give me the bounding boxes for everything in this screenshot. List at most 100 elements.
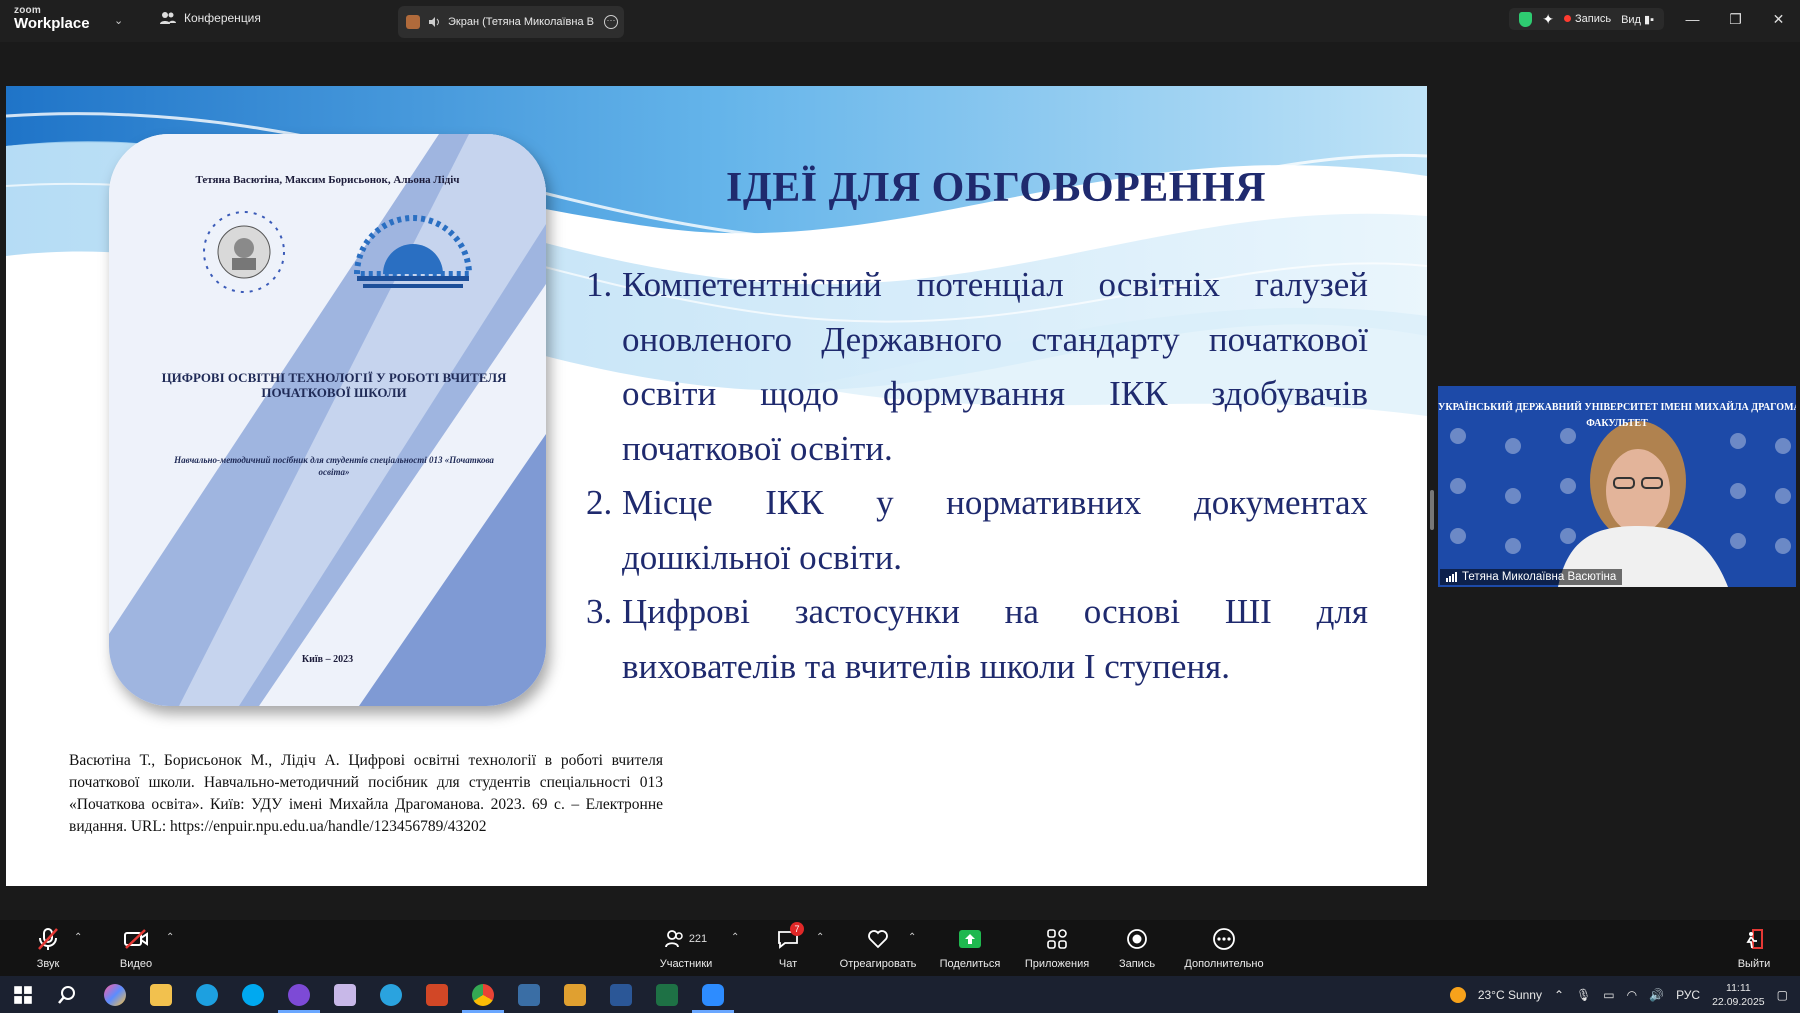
chat-options-caret[interactable]: ⌃ bbox=[816, 932, 824, 943]
chevron-down-icon[interactable]: ⌄ bbox=[114, 14, 126, 27]
people-icon bbox=[160, 12, 176, 24]
react-label: Отреагировать bbox=[839, 958, 917, 970]
word-icon[interactable] bbox=[610, 984, 632, 1006]
idea-number: 3. bbox=[586, 592, 613, 631]
participants-button[interactable]: 221 Участники bbox=[656, 926, 716, 970]
audio-label: Звук bbox=[36, 958, 60, 970]
book-authors: Тетяна Васютіна, Максим Борисьонок, Альо… bbox=[195, 174, 460, 186]
tray-expand-icon[interactable]: ⌃ bbox=[1554, 988, 1564, 1002]
video-button[interactable]: Видео bbox=[116, 926, 156, 970]
chrome-browser-icon[interactable] bbox=[462, 984, 504, 1013]
banner-line-2: ФАКУЛЬТЕТ bbox=[1586, 418, 1648, 429]
copilot-icon[interactable] bbox=[104, 984, 126, 1006]
book-subtitle: Навчально-методичний посібник для студен… bbox=[174, 455, 494, 477]
system-clock[interactable]: 11:11 22.09.2025 bbox=[1712, 981, 1765, 1009]
powerpoint-icon[interactable] bbox=[426, 984, 448, 1006]
view-menu[interactable]: Вид ▮▪ bbox=[1621, 13, 1654, 26]
participants-label: Участники bbox=[659, 958, 713, 970]
zoom-workplace-logo[interactable]: zoom Workplace bbox=[14, 6, 90, 32]
share-button[interactable]: Поделиться bbox=[938, 926, 1002, 970]
tab-conference-label: Конференция bbox=[184, 11, 261, 25]
app-feather-icon[interactable] bbox=[334, 984, 356, 1006]
tray-volume-icon[interactable]: 🔊 bbox=[1649, 988, 1664, 1002]
camera-off-icon bbox=[124, 929, 148, 949]
idea-text: Цифрові застосунки на основі ШІ для вихо… bbox=[622, 592, 1368, 686]
video-options-caret[interactable]: ⌃ bbox=[166, 932, 174, 943]
audio-button[interactable]: Звук bbox=[28, 926, 68, 970]
input-language[interactable]: РУС bbox=[1676, 988, 1700, 1002]
tab-conference[interactable]: Конференция bbox=[160, 11, 261, 25]
notifications-icon[interactable]: ▢ bbox=[1777, 988, 1788, 1002]
heart-icon bbox=[868, 930, 888, 949]
tray-microphone-icon[interactable]: 🎙 bbox=[1576, 988, 1591, 1002]
photos-icon[interactable] bbox=[518, 984, 540, 1006]
react-button[interactable]: Отреагировать bbox=[838, 926, 918, 970]
book-cover-image: Тетяна Васютіна, Максим Борисьонок, Альо… bbox=[109, 134, 546, 706]
presenter-avatar bbox=[406, 15, 420, 29]
zoom-top-bar: zoom Workplace ⌄ Конференция Экран (Тетя… bbox=[0, 0, 1800, 42]
skype-icon[interactable] bbox=[242, 984, 264, 1006]
tab-share-label: Экран (Тетяна Миколаївна В bbox=[448, 16, 594, 28]
weather-text[interactable]: 23°C Sunny bbox=[1478, 988, 1542, 1002]
viber-icon[interactable] bbox=[278, 984, 320, 1013]
ai-companion-icon[interactable]: ✦ bbox=[1542, 11, 1554, 28]
idea-item: 1. Компетентнісний потенціал освітніх га… bbox=[586, 258, 1368, 476]
zoom-app-icon[interactable] bbox=[692, 984, 734, 1013]
book-title: ЦИФРОВІ ОСВІТНІ ТЕХНОЛОГІЇ У РОБОТІ ВЧИТ… bbox=[161, 370, 507, 400]
windows-start-icon[interactable] bbox=[12, 984, 34, 1006]
exit-door-icon bbox=[1746, 929, 1763, 949]
shared-screen-slide[interactable]: Тетяна Васютіна, Максим Борисьонок, Альо… bbox=[6, 86, 1427, 886]
meeting-status-group: ✦ Запись Вид ▮▪ bbox=[1509, 8, 1664, 30]
telegram-icon[interactable] bbox=[380, 984, 402, 1006]
participants-icon bbox=[664, 930, 683, 948]
clock-date: 22.09.2025 bbox=[1712, 995, 1765, 1008]
edge-browser-icon[interactable] bbox=[196, 984, 218, 1006]
book-citation: Васютіна Т., Борисьонок М., Лідіч А. Циф… bbox=[69, 752, 663, 835]
minimize-button[interactable]: — bbox=[1671, 0, 1714, 38]
react-options-caret[interactable]: ⌃ bbox=[908, 932, 916, 943]
file-explorer-icon[interactable] bbox=[150, 984, 172, 1006]
security-shield-icon[interactable] bbox=[1519, 11, 1533, 27]
recording-label: Запись bbox=[1574, 13, 1612, 25]
search-icon[interactable] bbox=[56, 984, 78, 1006]
participant-name-tag: Тетяна Миколаївна Васютіна bbox=[1440, 569, 1623, 585]
leave-button[interactable]: Выйти bbox=[1734, 926, 1774, 970]
participant-name: Тетяна Миколаївна Васютіна bbox=[1462, 571, 1617, 583]
close-window-button[interactable]: ✕ bbox=[1757, 0, 1800, 38]
weather-sun-icon bbox=[1449, 986, 1466, 1003]
idea-item: 3. Цифрові застосунки на основі ШІ для в… bbox=[586, 585, 1368, 694]
apps-icon bbox=[1047, 929, 1067, 949]
tray-battery-icon[interactable]: ▭ bbox=[1603, 988, 1614, 1002]
record-icon bbox=[1127, 929, 1147, 949]
banner-line-1: УКРАЇНСЬКИЙ ДЕРЖАВНИЙ УНІВЕРСИТЕТ ІМЕНІ … bbox=[1438, 402, 1796, 413]
windows-taskbar: 23°C Sunny ⌃ 🎙 ▭ ◠ 🔊 РУС 11:11 22.09.202… bbox=[0, 976, 1800, 1013]
excel-icon[interactable] bbox=[656, 984, 678, 1006]
chat-label: Чат bbox=[778, 958, 798, 970]
video-label: Видео bbox=[119, 958, 153, 970]
chat-button[interactable]: 7 Чат bbox=[768, 922, 808, 970]
idea-item: 2. Місце ІКК у нормативних документах до… bbox=[586, 476, 1368, 585]
participants-options-caret[interactable]: ⌃ bbox=[731, 932, 739, 943]
tab-screen-share[interactable]: Экран (Тетяна Миколаївна В ··· bbox=[398, 6, 624, 38]
idea-text: Місце ІКК у нормативних документах дошкі… bbox=[622, 483, 1368, 577]
chat-unread-badge: 7 bbox=[790, 922, 804, 936]
restore-button[interactable]: ❐ bbox=[1714, 0, 1757, 38]
audio-options-caret[interactable]: ⌃ bbox=[74, 932, 82, 943]
leave-label: Выйти bbox=[1737, 958, 1771, 970]
more-button[interactable]: Дополнительно bbox=[1182, 926, 1266, 970]
app-grid-icon[interactable] bbox=[564, 984, 586, 1006]
tray-wifi-icon[interactable]: ◠ bbox=[1627, 988, 1637, 1002]
share-label: Поделиться bbox=[939, 958, 1001, 970]
connection-signal-icon bbox=[1446, 572, 1457, 582]
record-dot-icon bbox=[1563, 15, 1571, 22]
panel-resize-handle[interactable] bbox=[1430, 490, 1434, 530]
record-button[interactable]: Запись bbox=[1116, 926, 1158, 970]
view-grid-icon: ▮▪ bbox=[1644, 13, 1654, 26]
book-city-year: Київ – 2023 bbox=[301, 654, 354, 665]
apps-button[interactable]: Приложения bbox=[1022, 926, 1092, 970]
more-dots-icon bbox=[1213, 928, 1235, 950]
participant-video-tile[interactable]: УКРАЇНСЬКИЙ ДЕРЖАВНИЙ УНІВЕРСИТЕТ ІМЕНІ … bbox=[1438, 386, 1796, 587]
recording-indicator[interactable]: Запись bbox=[1563, 13, 1612, 25]
more-options-icon[interactable]: ··· bbox=[604, 15, 618, 29]
microphone-muted-icon bbox=[38, 928, 58, 950]
